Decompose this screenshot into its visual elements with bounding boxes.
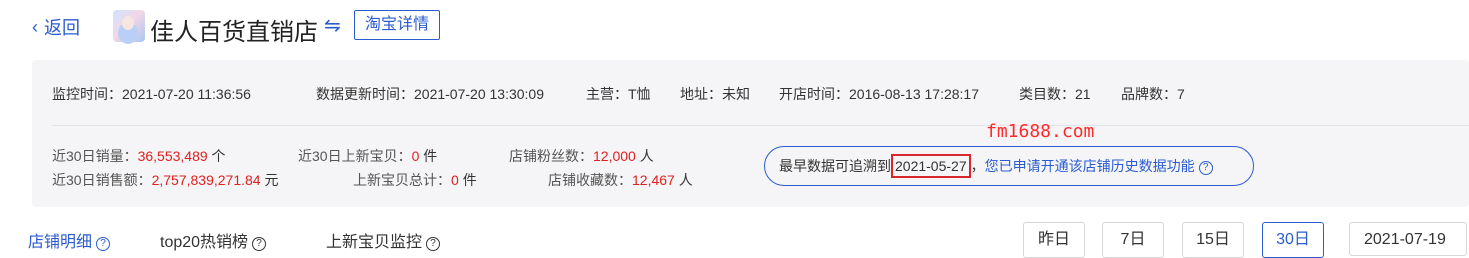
main-category: 主营：T恤 [586, 86, 651, 102]
shop-name: 佳人百货直销店 [150, 19, 318, 46]
revenue-30d: 近30日销售额：2,757,839,271.84 元 [52, 172, 279, 188]
panel-divider [52, 125, 1469, 126]
tab-top20[interactable]: top20热销榜? [160, 228, 267, 252]
back-link[interactable]: ‹ 返回 [32, 14, 80, 40]
earliest-date: 2021-05-27 [891, 154, 971, 178]
range-15d-button[interactable]: 15日 [1182, 222, 1244, 258]
question-circle-icon[interactable]: ? [426, 237, 441, 251]
shop-fans: 店铺粉丝数：12,000 人 [509, 148, 654, 164]
new-items-total: 上新宝贝总计：0 件 [353, 172, 477, 188]
tab-shop-detail[interactable]: 店铺明细? [28, 228, 111, 252]
notice-prefix: 最早数据可追溯到 [779, 158, 891, 174]
question-circle-icon[interactable]: ? [96, 237, 111, 251]
shop-avatar [113, 10, 145, 42]
monitor-time: 监控时间：2021-07-20 11:36:56 [52, 86, 251, 102]
taobao-detail-button[interactable]: 淘宝详情 [354, 10, 441, 40]
range-30d-button[interactable]: 30日 [1262, 222, 1324, 258]
tab-new-items[interactable]: 上新宝贝监控? [326, 228, 441, 252]
open-time: 开店时间：2016-08-13 17:28:17 [779, 86, 979, 102]
new-items-30d: 近30日上新宝贝：0 件 [298, 148, 438, 164]
notice-separator: ， [970, 158, 985, 174]
watermark-text: fm1688.com [986, 121, 1095, 142]
back-label: 返回 [44, 18, 80, 38]
history-apply-link[interactable]: 您已申请开通该店铺历史数据功能? [985, 156, 1213, 176]
history-notice: 最早数据可追溯到 2021-05-27 ， 您已申请开通该店铺历史数据功能? [764, 146, 1254, 186]
question-circle-icon[interactable]: ? [1198, 161, 1213, 175]
range-yesterday-button[interactable]: 昨日 [1023, 222, 1085, 258]
date-picker-input[interactable]: 2021-07-19 [1349, 222, 1467, 256]
sales-30d: 近30日销量：36,553,489 个 [52, 148, 226, 164]
category-count: 类目数：21 [1019, 86, 1091, 102]
update-time: 数据更新时间：2021-07-20 13:30:09 [316, 86, 544, 102]
address: 地址：未知 [680, 86, 750, 102]
question-circle-icon[interactable]: ? [252, 237, 267, 251]
swap-icon[interactable]: ⇋ [324, 13, 341, 38]
shop-favorites: 店铺收藏数：12,467 人 [548, 172, 693, 188]
range-7d-button[interactable]: 7日 [1102, 222, 1164, 258]
brand-count: 品牌数：7 [1121, 86, 1185, 102]
chevron-left-icon: ‹ [32, 16, 38, 37]
